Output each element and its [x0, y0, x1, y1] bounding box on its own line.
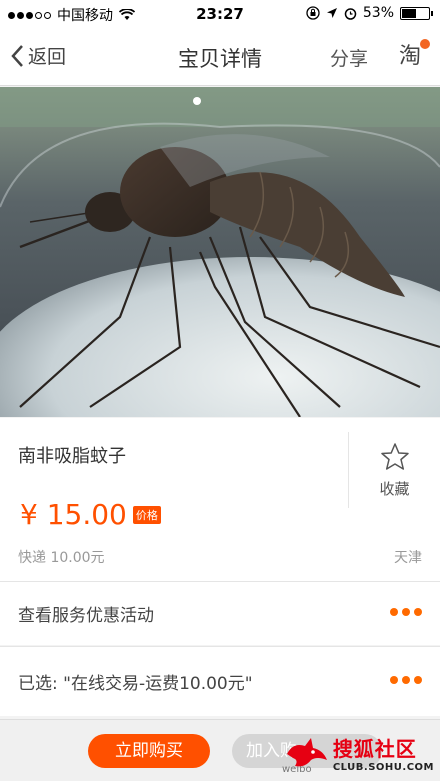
status-bar: 中国移动 23:27 53%	[0, 0, 440, 28]
navigation-bar: 返回 宝贝详情 分享 淘	[0, 28, 440, 86]
product-price: ¥ 15.00	[20, 498, 127, 531]
star-icon	[380, 442, 409, 470]
selected-options-label: 已选: "在线交易-运费10.00元"	[18, 674, 253, 694]
selected-options-row[interactable]: 已选: "在线交易-运费10.00元"	[0, 646, 440, 716]
favorite-label: 收藏	[379, 479, 410, 498]
notification-badge	[420, 39, 430, 49]
sohu-watermark: 搜狐社区 CLUB.SOHU.COM	[283, 733, 434, 773]
battery-icon	[400, 6, 433, 20]
fox-logo-icon	[286, 738, 327, 767]
page-title: 宝贝详情	[178, 47, 262, 71]
more-dots-icon	[390, 676, 422, 684]
location-arrow-icon	[326, 8, 337, 18]
price-row: ¥ 15.00 价格	[20, 498, 161, 531]
status-right: 53%	[306, 5, 433, 21]
alarm-icon	[344, 7, 357, 20]
rotation-lock-icon	[306, 6, 320, 20]
image-pager-dot[interactable]	[193, 97, 201, 105]
taobao-icon: 淘	[398, 44, 421, 69]
product-title: 南非吸脂蚊子	[18, 446, 126, 467]
favorite-button[interactable]: 收藏	[348, 432, 440, 508]
shipping-fee: 快递 10.00元	[18, 550, 105, 566]
price-tag-badge: 价格	[132, 505, 161, 524]
seller-location: 天津	[394, 550, 422, 566]
more-dots-icon	[390, 608, 422, 616]
watermark-brand: 搜狐社区	[332, 737, 417, 761]
service-promotions-label: 查看服务优惠活动	[18, 606, 154, 626]
mosquito-photo	[0, 87, 440, 417]
bottom-action-bar: 立即购买 加入购 weibo 搜狐社区 CLUB.SOHU.COM	[0, 719, 440, 781]
watermark-text: 搜狐社区 CLUB.SOHU.COM	[333, 733, 434, 773]
watermark-site: CLUB.SOHU.COM	[332, 762, 434, 773]
battery-percent: 53%	[362, 5, 394, 21]
service-promotions-row[interactable]: 查看服务优惠活动	[0, 581, 440, 645]
taobao-button[interactable]: 淘	[394, 39, 430, 73]
share-button[interactable]: 分享	[330, 44, 368, 71]
product-image[interactable]	[0, 87, 440, 417]
product-info: 南非吸脂蚊子 收藏 ¥ 15.00 价格 快递 10.00元 天津	[0, 418, 440, 581]
buy-now-button[interactable]: 立即购买	[88, 734, 210, 768]
